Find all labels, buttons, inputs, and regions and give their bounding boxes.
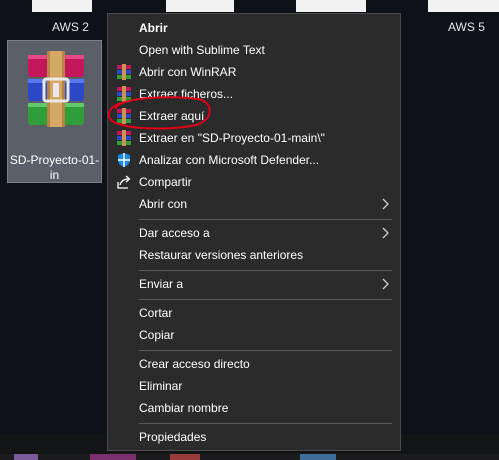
- menu-item-eliminar[interactable]: Eliminar: [108, 375, 400, 397]
- desktop-tile[interactable]: [428, 0, 499, 12]
- defender-shield-icon: [118, 153, 130, 167]
- menu-item-label: Extraer en "SD-Proyecto-01-main\": [139, 131, 325, 145]
- menu-item-analizar-defender[interactable]: Analizar con Microsoft Defender...: [108, 149, 400, 171]
- menu-item-label: Cambiar nombre: [139, 401, 229, 415]
- menu-item-label: Dar acceso a: [139, 226, 210, 240]
- menu-item-open-with-sublime[interactable]: Open with Sublime Text: [108, 39, 400, 61]
- winrar-icon: [117, 130, 131, 146]
- desktop-file-label: SD-Proyecto-01- in: [8, 153, 101, 183]
- menu-item-crear-acceso-directo[interactable]: Crear acceso directo: [108, 353, 400, 375]
- menu-item-extraer-en[interactable]: Extraer en "SD-Proyecto-01-main\": [108, 127, 400, 149]
- menu-item-label: Open with Sublime Text: [139, 43, 265, 57]
- taskbar-app[interactable]: [14, 454, 38, 460]
- menu-item-extraer-aqui[interactable]: Extraer aquí: [108, 105, 400, 127]
- desktop-label-aws-2[interactable]: AWS 2: [52, 20, 89, 34]
- menu-item-label: Extraer ficheros...: [139, 87, 234, 101]
- menu-item-label: Crear acceso directo: [139, 357, 250, 371]
- taskbar-app[interactable]: [90, 454, 136, 460]
- file-name-line-2: in: [49, 168, 60, 182]
- taskbar: [0, 454, 499, 460]
- menu-item-abrir-con[interactable]: Abrir con: [108, 193, 400, 215]
- winrar-icon: [117, 86, 131, 102]
- file-name-line-1: SD-Proyecto-01-: [9, 153, 100, 167]
- desktop-label-aws-5[interactable]: AWS 5: [448, 20, 485, 34]
- winrar-icon: [117, 108, 131, 124]
- menu-item-dar-acceso[interactable]: Dar acceso a: [108, 222, 400, 244]
- chevron-right-icon: [382, 278, 389, 290]
- desktop-tile[interactable]: [32, 0, 92, 12]
- desktop-tile[interactable]: [166, 0, 234, 12]
- menu-item-restaurar-versiones[interactable]: Restaurar versiones anteriores: [108, 244, 400, 266]
- winrar-archive-icon: [28, 51, 84, 127]
- menu-item-label: Enviar a: [139, 277, 184, 291]
- menu-item-copiar[interactable]: Copiar: [108, 324, 400, 346]
- menu-separator: [139, 270, 392, 271]
- winrar-icon: [117, 64, 131, 80]
- menu-item-label: Restaurar versiones anteriores: [139, 248, 304, 262]
- menu-separator: [139, 423, 392, 424]
- menu-item-compartir[interactable]: Compartir: [108, 171, 400, 193]
- menu-item-label: Cortar: [139, 306, 173, 320]
- menu-item-enviar-a[interactable]: Enviar a: [108, 273, 400, 295]
- menu-item-label: Eliminar: [139, 379, 183, 393]
- menu-item-label: Abrir con: [139, 197, 188, 211]
- menu-item-abrir-con-winrar[interactable]: Abrir con WinRAR: [108, 61, 400, 83]
- chevron-right-icon: [382, 227, 389, 239]
- menu-item-cambiar-nombre[interactable]: Cambiar nombre: [108, 397, 400, 419]
- menu-item-label: Abrir con WinRAR: [139, 65, 237, 79]
- menu-item-label: Abrir: [139, 21, 168, 35]
- menu-item-cortar[interactable]: Cortar: [108, 302, 400, 324]
- menu-item-label: Extraer aquí: [139, 109, 205, 123]
- context-menu: Abrir Open with Sublime Text Abrir con W…: [107, 13, 401, 451]
- menu-item-label: Propiedades: [139, 430, 207, 444]
- menu-separator: [139, 219, 392, 220]
- menu-separator: [139, 350, 392, 351]
- share-icon: [117, 175, 131, 189]
- menu-separator: [139, 299, 392, 300]
- menu-item-abrir[interactable]: Abrir: [108, 17, 400, 39]
- desktop-file-rar[interactable]: SD-Proyecto-01- in: [7, 40, 102, 183]
- menu-item-label: Analizar con Microsoft Defender...: [139, 153, 320, 167]
- menu-item-propiedades[interactable]: Propiedades: [108, 426, 400, 448]
- menu-item-label: Copiar: [139, 328, 175, 342]
- taskbar-app[interactable]: [300, 454, 336, 460]
- menu-item-extraer-ficheros[interactable]: Extraer ficheros...: [108, 83, 400, 105]
- desktop-tile[interactable]: [296, 0, 366, 12]
- chevron-right-icon: [382, 198, 389, 210]
- menu-item-label: Compartir: [139, 175, 192, 189]
- taskbar-app[interactable]: [170, 454, 200, 460]
